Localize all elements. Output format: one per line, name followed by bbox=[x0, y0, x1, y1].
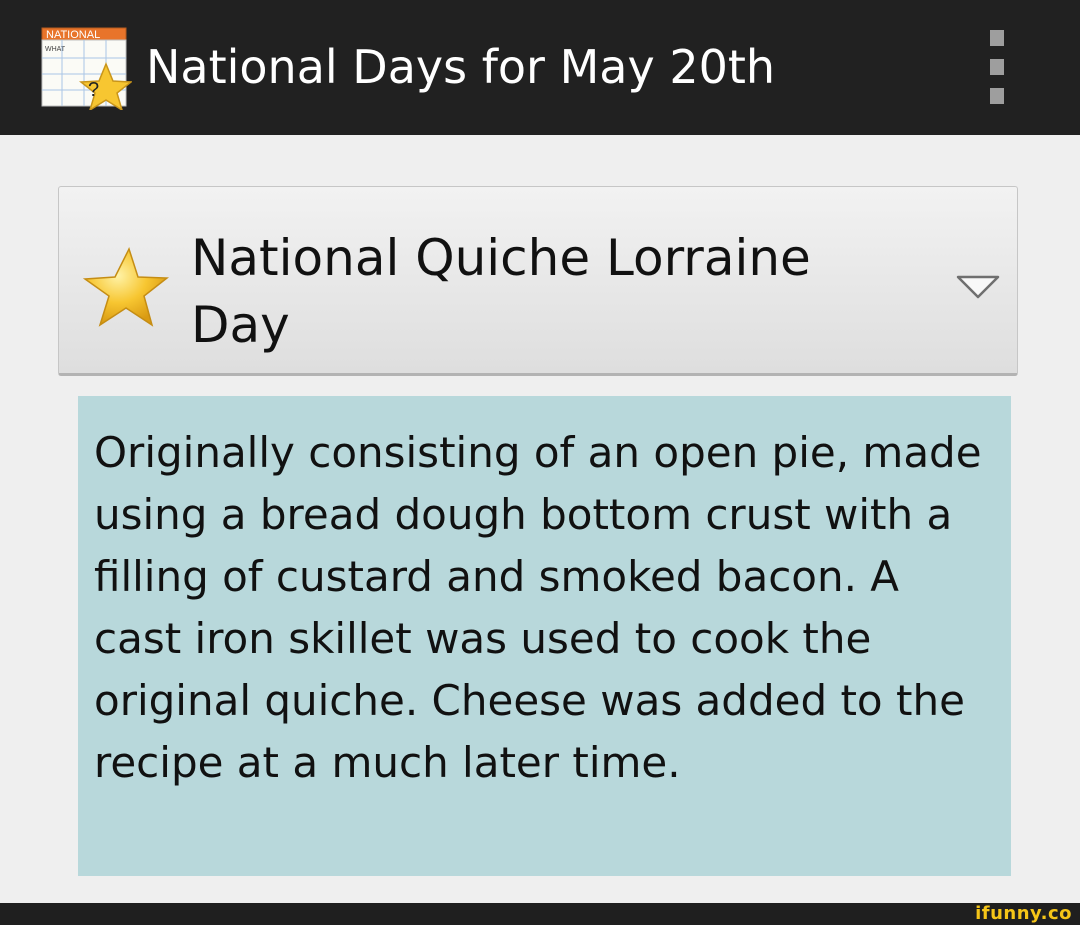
description-text: Originally consisting of an open pie, ma… bbox=[94, 428, 982, 787]
app-icon-glyph: ? bbox=[88, 79, 99, 101]
overflow-dot bbox=[990, 88, 1004, 104]
overflow-dot bbox=[990, 30, 1004, 46]
bottom-bar: ifunny.co bbox=[0, 903, 1080, 925]
overflow-dot bbox=[990, 59, 1004, 75]
app-icon-sublabel: WHAT bbox=[45, 46, 66, 53]
calendar-app-icon: NATIONAL WHAT ? bbox=[41, 27, 132, 110]
day-card[interactable]: National Quiche Lorraine Day bbox=[58, 186, 1018, 376]
app-title: National Days for May 20th bbox=[146, 40, 776, 94]
description-panel: Originally consisting of an open pie, ma… bbox=[78, 396, 1011, 876]
app-icon-label: NATIONAL bbox=[46, 29, 100, 41]
chevron-down-icon[interactable] bbox=[955, 273, 1001, 301]
star-icon bbox=[82, 247, 169, 327]
day-title: National Quiche Lorraine Day bbox=[191, 229, 811, 354]
app-bar: NATIONAL WHAT ? National Days for May 20… bbox=[0, 0, 1080, 135]
watermark: ifunny.co bbox=[975, 903, 1072, 924]
overflow-menu-icon[interactable] bbox=[975, 30, 1019, 104]
